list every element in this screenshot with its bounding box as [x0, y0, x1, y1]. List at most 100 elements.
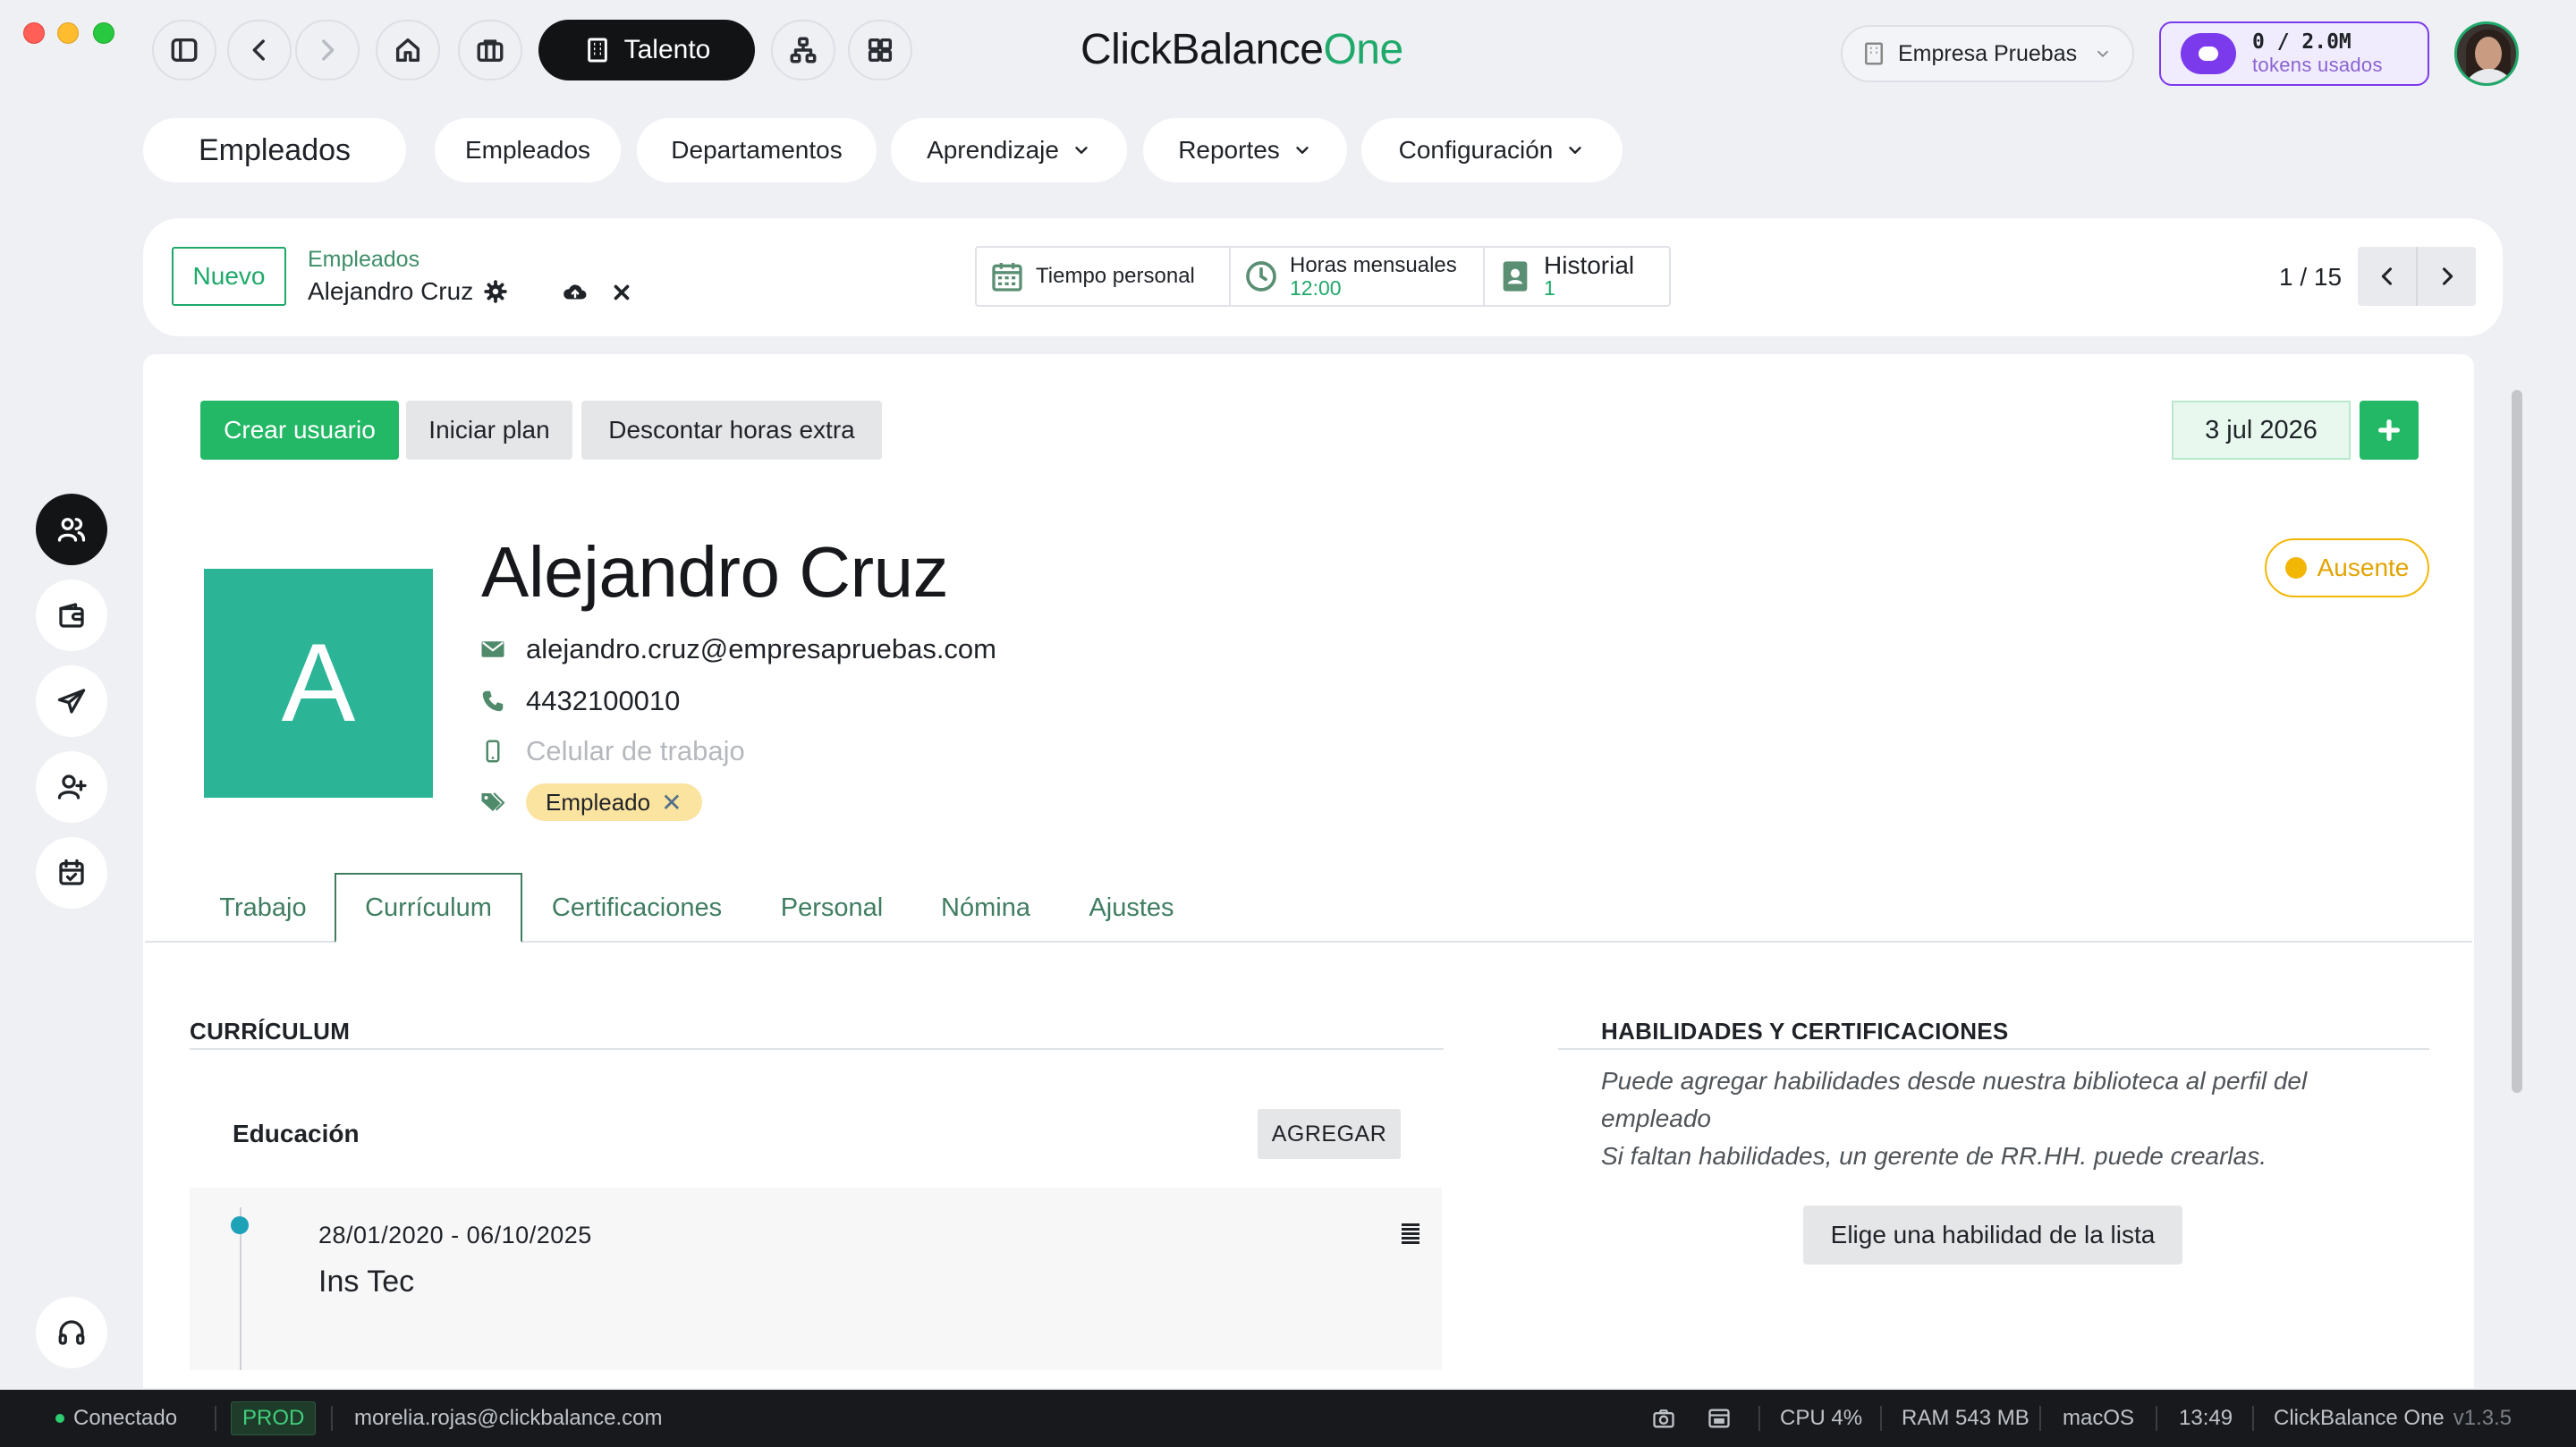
employee-name[interactable]: Alejandro Cruz: [481, 531, 949, 613]
cpu-usage-label: CPU 4%: [1780, 1406, 1863, 1430]
tab-certificaciones[interactable]: Certificaciones: [537, 873, 737, 943]
next-record-button[interactable]: [2418, 247, 2476, 306]
brand-prefix: ClickBalance: [1080, 26, 1324, 73]
nav-item-label: Reportes: [1178, 136, 1280, 164]
plus-icon: [2378, 419, 2400, 441]
status-bar: Conectado PROD morelia.rojas@clickbalanc…: [0, 1390, 2576, 1447]
grid-icon: [868, 38, 893, 63]
apps-grid-button[interactable]: [848, 20, 912, 80]
mobile-icon: [486, 740, 500, 763]
phone-value: 4432100010: [526, 685, 681, 716]
rail-calendar-button[interactable]: [36, 837, 107, 909]
screenshot-button[interactable]: [1651, 1390, 1676, 1447]
employee-avatar[interactable]: A: [204, 569, 433, 798]
rail-add-user-button[interactable]: [36, 751, 107, 823]
discard-icon[interactable]: [610, 279, 633, 306]
tab-personal[interactable]: Personal: [767, 873, 896, 943]
pick-skill-button[interactable]: Elige una habilidad de la lista: [1803, 1206, 2182, 1265]
new-button[interactable]: Nuevo: [172, 247, 286, 306]
tab-trabajo[interactable]: Trabajo: [202, 873, 324, 943]
nav-item-label: Configuración: [1398, 136, 1554, 164]
smart-button-personal-time[interactable]: Tiempo personal: [977, 248, 1231, 305]
nav-item-reportes[interactable]: Reportes: [1143, 118, 1347, 182]
rail-employees-button[interactable]: [36, 494, 107, 565]
status-dot-icon: [2284, 557, 2307, 579]
tags-field[interactable]: Empleado ✕: [479, 783, 702, 821]
resume-section-title: CURRÍCULUM: [190, 1018, 351, 1045]
tokens-toggle[interactable]: [2181, 33, 2236, 74]
connection-dot-icon: [55, 1414, 64, 1423]
chevron-down-icon: [1075, 147, 1088, 154]
tab-ajustes[interactable]: Ajustes: [1075, 873, 1188, 943]
envelope-icon: [481, 641, 504, 657]
org-chart-icon: [790, 37, 817, 63]
date-field[interactable]: 3 jul 2026: [2172, 401, 2351, 460]
education-dates: 28/01/2020 - 06/10/2025: [318, 1222, 592, 1248]
create-user-button[interactable]: Crear usuario: [200, 401, 399, 460]
nav-item-departamentos[interactable]: Departamentos: [637, 118, 877, 182]
airplane-icon: [57, 689, 86, 714]
tag-remove-icon[interactable]: ✕: [661, 788, 682, 817]
os-label: macOS: [2063, 1390, 2134, 1447]
zoom-window-button[interactable]: [93, 22, 114, 44]
window-mode-button[interactable]: [1707, 1390, 1732, 1447]
skills-section-title: HABILIDADES Y CERTIFICACIONES: [1601, 1018, 2009, 1045]
discount-overtime-button[interactable]: Descontar horas extra: [581, 401, 882, 460]
app-version: ClickBalance One v1.3.5: [2274, 1390, 2512, 1447]
minimize-window-button[interactable]: [57, 22, 79, 44]
nav-item-aprendizaje[interactable]: Aprendizaje: [891, 118, 1127, 182]
talento-app-button[interactable]: Talento: [538, 20, 755, 80]
tokens-usage-widget[interactable]: 0 / 2.0M tokens usados: [2159, 21, 2429, 86]
email-field[interactable]: alejandro.cruz@empresapruebas.com: [479, 633, 996, 665]
vertical-scrollbar[interactable]: [2512, 390, 2522, 1093]
tag-label: Empleado: [546, 788, 651, 816]
mobile-field[interactable]: Celular de trabajo: [479, 735, 745, 767]
tokens-label: tokens usados: [2252, 54, 2383, 76]
nav-item-label: Aprendizaje: [927, 136, 1059, 164]
entry-menu-icon[interactable]: [1399, 1222, 1422, 1248]
previous-record-button[interactable]: [2358, 247, 2418, 306]
nav-item-empleados[interactable]: Empleados: [435, 118, 621, 182]
rail-travel-button[interactable]: [36, 665, 107, 737]
cloud-upload-icon[interactable]: [562, 279, 589, 306]
phone-field[interactable]: 4432100010: [479, 685, 680, 717]
tag-chip[interactable]: Empleado ✕: [526, 783, 702, 821]
toggle-sidebar-button[interactable]: [152, 20, 216, 80]
tab-nomina[interactable]: Nómina: [927, 873, 1045, 943]
user-plus-icon: [57, 774, 87, 800]
smart-button-history[interactable]: Historial 1: [1485, 248, 1669, 305]
nav-current-module[interactable]: Empleados: [143, 118, 406, 182]
resume-section-divider: [190, 1048, 1444, 1050]
add-button[interactable]: [2360, 401, 2419, 460]
smart-button-title: Tiempo personal: [1036, 264, 1195, 288]
breadcrumb-parent[interactable]: Empleados: [308, 247, 419, 273]
briefcase-button[interactable]: [458, 20, 522, 80]
current-user: morelia.rojas@clickbalance.com: [354, 1390, 662, 1447]
calendar-icon: [992, 263, 1022, 292]
home-icon: [395, 38, 420, 63]
chevron-left-icon: [252, 39, 265, 61]
back-button[interactable]: [227, 20, 292, 80]
active-app-label: Talento: [623, 35, 711, 64]
chevron-right-icon: [322, 39, 335, 61]
smart-button-monthly-hours[interactable]: Horas mensuales 12:00: [1231, 248, 1485, 305]
tab-curriculum[interactable]: Currículum: [335, 873, 522, 943]
close-window-button[interactable]: [23, 22, 45, 44]
gear-icon[interactable]: [484, 280, 507, 303]
smart-button-title: Historial: [1544, 251, 1635, 279]
status-label: Ausente: [2317, 554, 2410, 581]
home-button[interactable]: [376, 20, 440, 80]
status-badge[interactable]: Ausente: [2265, 538, 2429, 597]
rail-support-button[interactable]: [36, 1297, 107, 1368]
start-plan-button[interactable]: Iniciar plan: [406, 401, 572, 460]
org-chart-button[interactable]: [771, 20, 835, 80]
nav-item-configuracion[interactable]: Configuración: [1361, 118, 1623, 182]
user-avatar[interactable]: [2454, 21, 2519, 86]
rail-wallet-button[interactable]: [36, 580, 107, 651]
nav-item-label: Empleados: [464, 136, 591, 164]
education-institution: Ins Tec: [318, 1265, 415, 1299]
briefcase-icon: [477, 39, 504, 63]
add-education-button[interactable]: AGREGAR: [1258, 1109, 1401, 1159]
company-selector[interactable]: Empresa Pruebas: [1841, 25, 2134, 82]
forward-button[interactable]: [295, 20, 360, 80]
